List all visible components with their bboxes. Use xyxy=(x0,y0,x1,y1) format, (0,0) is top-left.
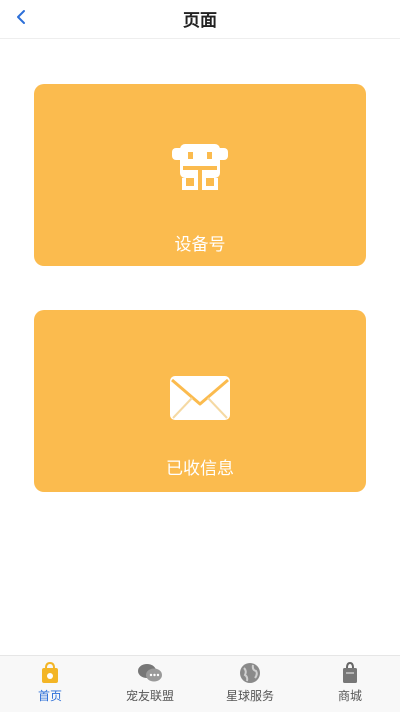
received-messages-label: 已收信息 xyxy=(166,459,234,479)
tab-pet-alliance-label: 宠友联盟 xyxy=(125,689,174,703)
shopping-bag-icon xyxy=(343,662,357,683)
page-title: 页面 xyxy=(183,11,217,31)
received-messages-card[interactable]: 已收信息 xyxy=(34,310,366,492)
tab-planet-service[interactable]: 星球服务 xyxy=(200,656,300,712)
globe-icon xyxy=(240,663,260,683)
tab-planet-service-label: 星球服务 xyxy=(225,689,274,703)
device-icon xyxy=(172,144,228,190)
home-bag-icon xyxy=(42,662,58,683)
chat-bubbles-icon xyxy=(138,664,162,682)
tab-home[interactable]: 首页 xyxy=(0,656,100,712)
tab-mall-label: 商城 xyxy=(337,689,362,703)
envelope-icon xyxy=(170,376,230,420)
tab-pet-alliance[interactable]: 宠友联盟 xyxy=(100,656,200,712)
device-number-label: 设备号 xyxy=(174,235,226,255)
top-navbar: 页面 xyxy=(0,0,400,39)
tab-home-label: 首页 xyxy=(37,689,62,703)
tab-mall[interactable]: 商城 xyxy=(300,656,400,712)
device-number-card[interactable]: 设备号 xyxy=(34,84,366,266)
bottom-tabbar: 首页 宠友联盟 星球服务 商城 xyxy=(0,655,400,712)
